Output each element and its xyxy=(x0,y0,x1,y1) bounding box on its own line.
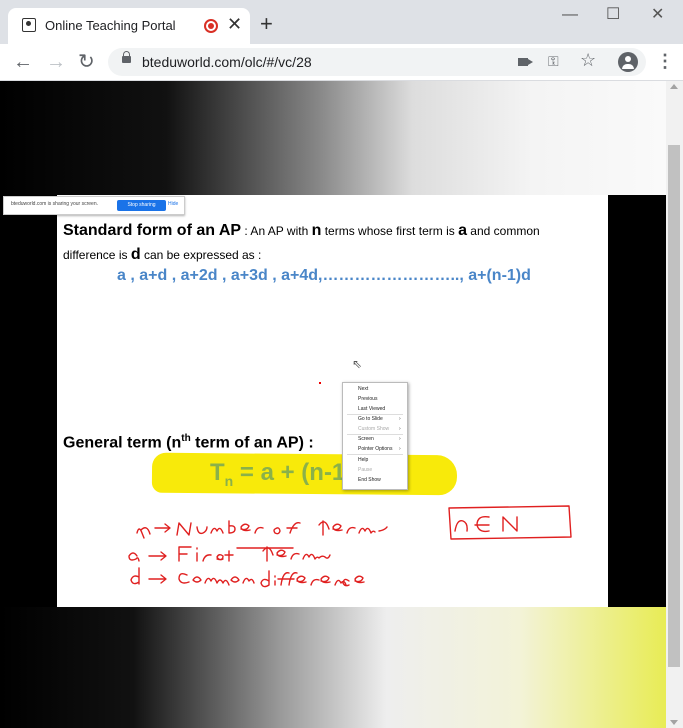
menu-item-end-show[interactable]: End Show xyxy=(358,477,381,483)
browser-tab[interactable]: Online Teaching Portal ✕ xyxy=(8,8,250,44)
menu-separator xyxy=(347,454,403,455)
slideshow-context-menu: Next Previous Last Viewed Go to Slide › C… xyxy=(342,382,408,490)
minimize-button[interactable]: — xyxy=(562,6,578,24)
page-scrollbar[interactable] xyxy=(666,81,683,728)
menu-item-go-to-slide[interactable]: Go to Slide xyxy=(358,416,383,422)
menu-item-next[interactable]: Next xyxy=(358,386,368,392)
star-icon[interactable]: ☆ xyxy=(580,50,596,71)
url-text[interactable]: bteduworld.com/olc/#/vc/28 xyxy=(142,54,312,70)
recording-icon xyxy=(204,19,218,33)
menu-item-previous[interactable]: Previous xyxy=(358,396,377,402)
scroll-down-icon[interactable] xyxy=(670,720,678,725)
page-viewport: Standard form of an AP : An AP with n te… xyxy=(0,81,666,728)
stop-sharing-button[interactable]: Stop sharing xyxy=(117,200,166,211)
scrollbar-thumb[interactable] xyxy=(668,145,680,667)
submenu-arrow-icon: › xyxy=(399,446,401,452)
screen-share-bar: bteduworld.com is sharing your screen. S… xyxy=(3,196,185,215)
share-notice-text: bteduworld.com is sharing your screen. xyxy=(11,201,98,207)
maximize-button[interactable]: ☐ xyxy=(606,6,620,24)
submenu-arrow-icon: › xyxy=(399,416,401,422)
menu-icon[interactable]: ⋮ xyxy=(656,50,674,72)
close-window-button[interactable]: ✕ xyxy=(651,6,664,24)
profile-icon[interactable] xyxy=(618,52,638,72)
menu-item-pointer-options[interactable]: Pointer Options xyxy=(358,446,392,452)
menu-item-custom-show: Custom Show xyxy=(358,426,390,432)
menu-item-screen[interactable]: Screen xyxy=(358,436,374,442)
browser-toolbar: ← → ↻ bteduworld.com/olc/#/vc/28 ⚿ ☆ ⋮ xyxy=(0,44,683,81)
video-bottom-area xyxy=(0,607,666,728)
lock-icon[interactable] xyxy=(122,51,131,63)
back-button[interactable]: ← xyxy=(13,51,33,73)
hide-share-bar-link[interactable]: Hide xyxy=(168,201,178,207)
submenu-arrow-icon: › xyxy=(399,436,401,442)
menu-separator xyxy=(347,434,403,435)
submenu-arrow-icon: › xyxy=(399,426,401,432)
menu-item-last-viewed[interactable]: Last Viewed xyxy=(358,406,385,412)
reload-button[interactable]: ↻ xyxy=(78,51,95,73)
video-top-area xyxy=(0,81,666,195)
forward-button[interactable]: → xyxy=(46,51,66,73)
presentation-slide: Standard form of an AP : An AP with n te… xyxy=(57,195,608,607)
tab-close-icon[interactable]: ✕ xyxy=(227,14,242,34)
key-icon[interactable]: ⚿ xyxy=(548,53,559,70)
handwritten-annotations xyxy=(128,505,572,588)
menu-item-pause: Pause xyxy=(358,467,373,473)
address-bar[interactable]: bteduworld.com/olc/#/vc/28 ⚿ ☆ xyxy=(108,48,646,76)
new-tab-button[interactable]: + xyxy=(260,13,273,35)
tab-strip: Online Teaching Portal ✕ + — ☐ ✕ xyxy=(0,0,683,44)
portal-favicon-icon xyxy=(22,18,36,32)
tab-title: Online Teaching Portal xyxy=(45,18,176,33)
scroll-up-icon[interactable] xyxy=(670,84,678,89)
camera-icon[interactable] xyxy=(518,58,533,66)
menu-item-help[interactable]: Help xyxy=(358,457,368,463)
menu-separator xyxy=(347,414,403,415)
